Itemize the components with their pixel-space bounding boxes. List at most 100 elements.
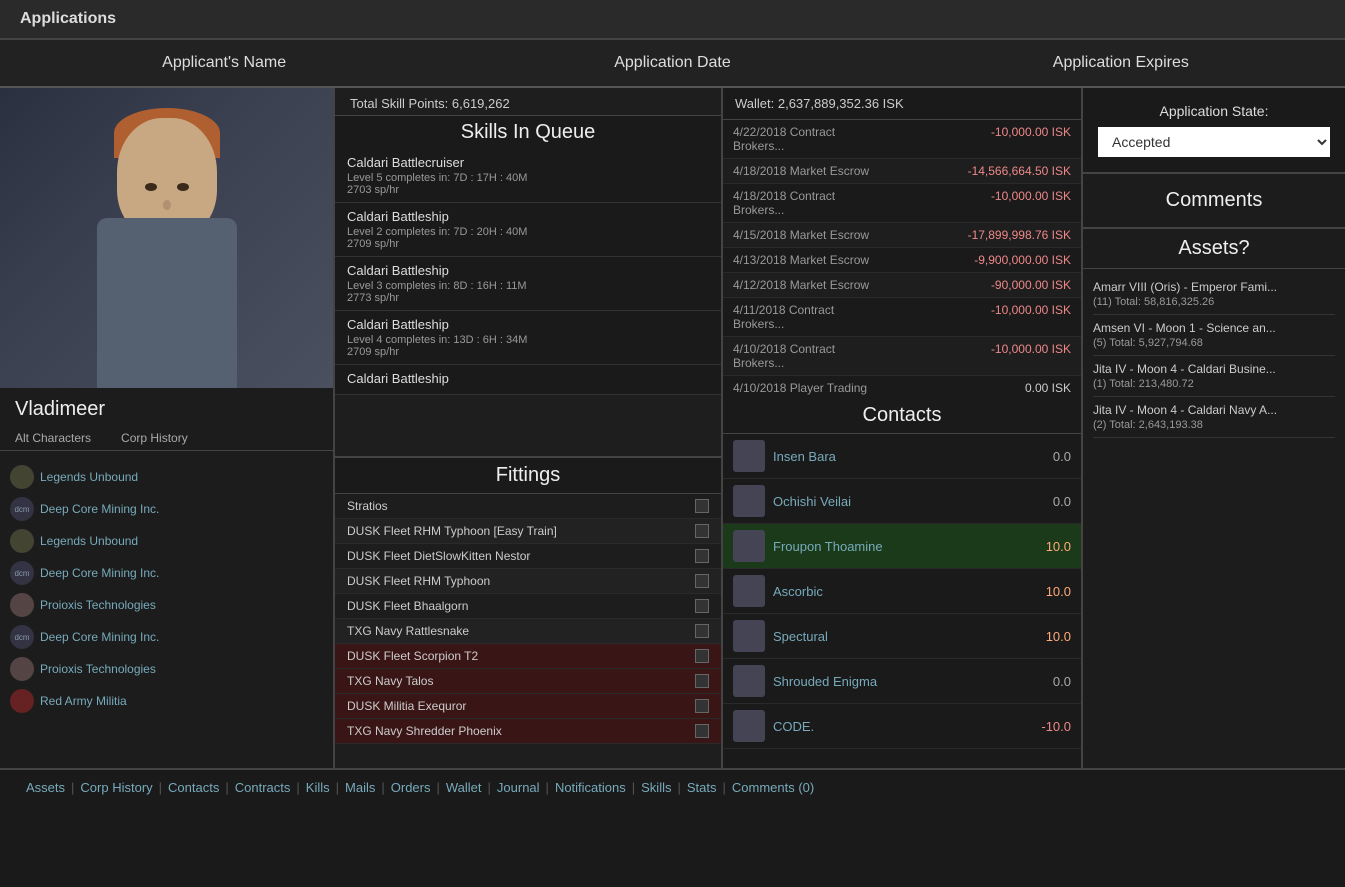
contact-standing: 0.0 [1053,449,1071,464]
contact-row[interactable]: Ascorbic10.0 [723,569,1081,614]
corp-history-tab[interactable]: Corp History [121,431,188,445]
contact-avatar [733,575,765,607]
contact-row[interactable]: Insen Bara 0.0 [723,434,1081,479]
skill-item[interactable]: Caldari Battleship Level 2 completes in:… [335,203,721,257]
skill-name: Caldari Battlecruiser [347,155,709,170]
fitting-item[interactable]: DUSK Fleet DietSlowKitten Nestor [335,544,721,569]
asset-location: Jita IV - Moon 4 - Caldari Navy A... [1093,403,1335,417]
contact-row[interactable]: Froupon Thoamine10.0 [723,524,1081,569]
contact-row[interactable]: CODE.-10.0 [723,704,1081,749]
nav-link-orders[interactable]: Orders [385,780,437,795]
right-middle: Wallet: 2,637,889,352.36 ISK 4/22/2018 C… [723,88,1083,768]
corp-item[interactable]: Proioxis Technologies [10,589,323,621]
corp-item[interactable]: Proioxis Technologies [10,653,323,685]
app-state-select[interactable]: AcceptedRejectedPending [1098,127,1330,157]
fitting-item[interactable]: DUSK Fleet RHM Typhoon [Easy Train] [335,519,721,544]
corp-item[interactable]: dcmDeep Core Mining Inc. [10,557,323,589]
wallet-date: 4/11/2018 Contract Brokers... [733,303,873,331]
skill-name: Caldari Battleship [347,209,709,224]
wallet-date: 4/15/2018 Market Escrow [733,228,873,242]
character-name: Vladimeer [0,388,333,426]
skills-total: Total Skill Points: 6,619,262 [335,88,721,116]
contacts-list[interactable]: Insen Bara0.0Ochishi Veilai0.0Froupon Th… [723,434,1081,768]
skill-detail: Level 2 completes in: 7D : 20H : 40M [347,226,709,238]
fitting-checkbox[interactable] [695,499,709,513]
nav-link-notifications[interactable]: Notifications [549,780,632,795]
fitting-item[interactable]: TXG Navy Shredder Phoenix [335,719,721,744]
fitting-checkbox[interactable] [695,674,709,688]
wallet-row: 4/12/2018 Market Escrow -90,000.00 ISK [723,273,1081,298]
skills-panel: Total Skill Points: 6,619,262 Skills In … [335,88,721,458]
fitting-checkbox[interactable] [695,699,709,713]
skill-item[interactable]: Caldari Battleship [335,365,721,395]
nav-link-assets[interactable]: Assets [20,780,71,795]
contact-name[interactable]: Insen Bara [773,449,1045,464]
fitting-item[interactable]: TXG Navy Talos [335,669,721,694]
assets-list: Amarr VIII (Oris) - Emperor Fami... (11)… [1083,269,1345,768]
fittings-title: Fittings [335,458,721,494]
fitting-name: DUSK Militia Exequror [347,699,466,713]
fitting-checkbox[interactable] [695,649,709,663]
fitting-checkbox[interactable] [695,599,709,613]
contact-name[interactable]: Ochishi Veilai [773,494,1045,509]
wallet-amount: -10,000.00 ISK [991,342,1071,370]
fitting-item[interactable]: Stratios [335,494,721,519]
fitting-item[interactable]: DUSK Fleet Bhaalgorn [335,594,721,619]
app-title: Applications [20,10,116,27]
skill-item[interactable]: Caldari Battleship Level 4 completes in:… [335,311,721,365]
contact-name[interactable]: Shrouded Enigma [773,674,1045,689]
contact-name[interactable]: CODE. [773,719,1033,734]
wallet-header: Wallet: 2,637,889,352.36 ISK [723,88,1081,120]
alt-characters-tab[interactable]: Alt Characters [15,431,91,445]
corp-item[interactable]: Legends Unbound [10,525,323,557]
nav-link-mails[interactable]: Mails [339,780,381,795]
fitting-item[interactable]: DUSK Fleet Scorpion T2 [335,644,721,669]
skill-sp: 2709 sp/hr [347,238,709,250]
far-right-panel: Application State: AcceptedRejectedPendi… [1083,88,1345,768]
nav-link-skills[interactable]: Skills [635,780,677,795]
nav-link-kills[interactable]: Kills [300,780,336,795]
contact-name[interactable]: Ascorbic [773,584,1038,599]
nav-link-corp-history[interactable]: Corp History [74,780,158,795]
fitting-item[interactable]: DUSK Militia Exequror [335,694,721,719]
fitting-name: Stratios [347,499,388,513]
wallet-row: 4/18/2018 Market Escrow -14,566,664.50 I… [723,159,1081,184]
skill-sp: 2709 sp/hr [347,346,709,358]
contact-name[interactable]: Froupon Thoamine [773,539,1038,554]
nav-link-comments--0-[interactable]: Comments (0) [726,780,820,795]
fitting-checkbox[interactable] [695,624,709,638]
wallet-panel: Wallet: 2,637,889,352.36 ISK 4/22/2018 C… [723,88,1081,398]
nav-link-journal[interactable]: Journal [491,780,546,795]
fitting-checkbox[interactable] [695,574,709,588]
corp-item[interactable]: dcmDeep Core Mining Inc. [10,621,323,653]
nav-link-stats[interactable]: Stats [681,780,723,795]
wallet-row: 4/10/2018 Contract Brokers... -10,000.00… [723,337,1081,376]
nav-link-wallet[interactable]: Wallet [440,780,488,795]
wallet-amount: -90,000.00 ISK [991,278,1071,292]
contact-row[interactable]: Spectural10.0 [723,614,1081,659]
wallet-row: 4/15/2018 Market Escrow -17,899,998.76 I… [723,223,1081,248]
corp-item[interactable]: Legends Unbound [10,461,323,493]
wallet-row: 4/11/2018 Contract Brokers... -10,000.00… [723,298,1081,337]
contact-row[interactable]: Ochishi Veilai0.0 [723,479,1081,524]
nav-link-contracts[interactable]: Contracts [229,780,297,795]
skill-name: Caldari Battleship [347,371,709,386]
fitting-item[interactable]: TXG Navy Rattlesnake [335,619,721,644]
fitting-checkbox[interactable] [695,549,709,563]
fitting-checkbox[interactable] [695,724,709,738]
fittings-list[interactable]: Stratios DUSK Fleet RHM Typhoon [Easy Tr… [335,494,721,768]
wallet-list[interactable]: 4/22/2018 Contract Brokers... -10,000.00… [723,120,1081,398]
fitting-name: TXG Navy Talos [347,674,433,688]
skills-list[interactable]: Caldari Battlecruiser Level 5 completes … [335,149,721,456]
wallet-date: 4/10/2018 Contract Brokers... [733,342,873,370]
skill-item[interactable]: Caldari Battlecruiser Level 5 completes … [335,149,721,203]
corp-item[interactable]: dcmDeep Core Mining Inc. [10,493,323,525]
contact-name[interactable]: Spectural [773,629,1038,644]
fitting-checkbox[interactable] [695,524,709,538]
nav-link-contacts[interactable]: Contacts [162,780,225,795]
asset-location: Jita IV - Moon 4 - Caldari Busine... [1093,362,1335,376]
contact-row[interactable]: Shrouded Enigma0.0 [723,659,1081,704]
corp-item[interactable]: Red Army Militia [10,685,323,717]
fitting-item[interactable]: DUSK Fleet RHM Typhoon [335,569,721,594]
skill-item[interactable]: Caldari Battleship Level 3 completes in:… [335,257,721,311]
